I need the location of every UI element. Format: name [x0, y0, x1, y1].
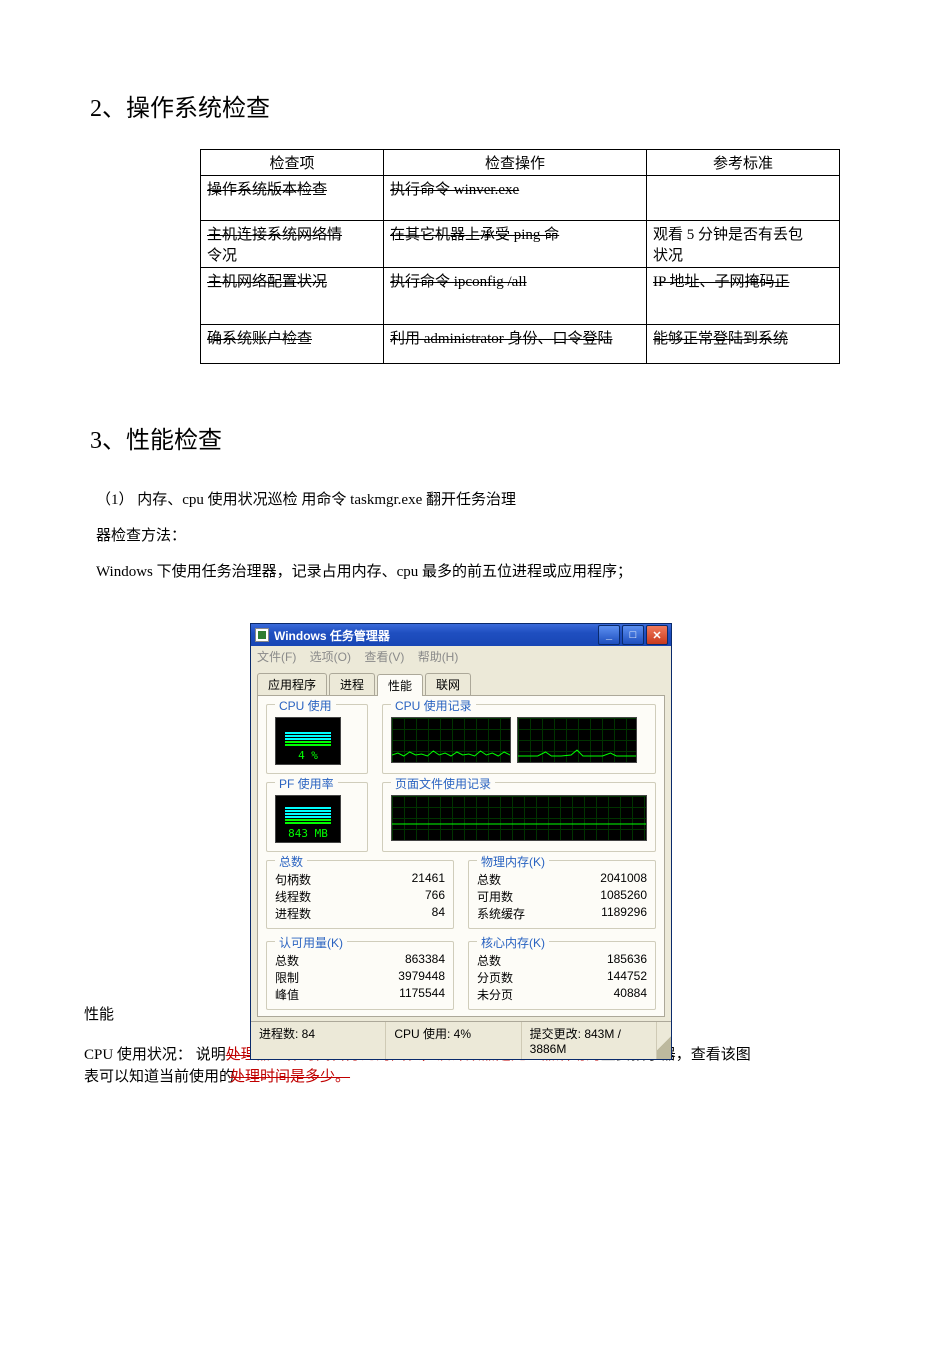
cell-text: 在其它机器上承受 ping 命	[390, 227, 559, 243]
value: 40884	[614, 986, 647, 1003]
titlebar: Windows 任务管理器 _ □ ✕	[251, 624, 671, 646]
tab-processes[interactable]: 进程	[329, 673, 375, 695]
cell-text: 令况	[207, 248, 237, 264]
paragraph: 器检查方法：	[96, 521, 860, 551]
commit-charge-group: 认可用量(K) 总数863384 限制3979448 峰值1175544	[266, 941, 454, 1010]
label: 进程数	[275, 905, 311, 922]
app-icon	[255, 628, 269, 642]
cell-text: 执行命令 ipconfig /all	[390, 274, 527, 290]
label: 峰值	[275, 986, 299, 1003]
th-std: 参考标准	[647, 150, 840, 176]
label: 句柄数	[275, 871, 311, 888]
table-row: 主机网络配置状况 执行命令 ipconfig /all IP 地址、子网掩码正	[201, 268, 840, 325]
value: 1085260	[600, 888, 647, 905]
cell-text: 状况	[653, 248, 683, 264]
label: 总数	[275, 952, 299, 969]
tab-applications[interactable]: 应用程序	[257, 673, 327, 695]
tab-performance[interactable]: 性能	[377, 674, 423, 696]
minimize-button[interactable]: _	[598, 625, 620, 645]
status-bar: 进程数: 84 CPU 使用: 4% 提交更改: 843M / 3886M	[251, 1021, 671, 1059]
group-pf-usage-label: PF 使用率	[275, 775, 338, 792]
cpu-usage-label: CPU 使用状况：	[84, 1043, 192, 1064]
label: 未分页	[477, 986, 513, 1003]
tab-strip: 应用程序 进程 性能 联网	[251, 667, 671, 695]
os-check-table: 检查项 检查操作 参考标准 操作系统版本检查 执行命令 winver.exe 主…	[200, 149, 840, 364]
label: 线程数	[275, 888, 311, 905]
value: 3979448	[398, 969, 445, 986]
overlay-text: 说明	[196, 1043, 226, 1064]
cell-text: 利用 administrator 身份、口令登陆	[390, 331, 612, 347]
table-row: 主机连接系统网络情令况 在其它机器上承受 ping 命 观看 5 分钟是否有丢包…	[201, 221, 840, 268]
pf-usage-value: 843 MB	[288, 827, 328, 840]
label: 总数	[477, 871, 501, 888]
cell-text: IP 地址、子网掩码正	[653, 274, 790, 290]
cpu-history-graph-2	[517, 717, 637, 763]
group-cpu-usage-label: CPU 使用	[275, 697, 336, 714]
group-commit-label: 认可用量(K)	[275, 934, 347, 951]
menubar: 文件(F) 选项(O) 查看(V) 帮助(H)	[251, 646, 671, 667]
value: 1175544	[399, 986, 445, 1003]
group-totals-label: 总数	[275, 853, 307, 870]
cpu-usage-meter: 4 %	[275, 717, 341, 765]
overlay-text: 表可以知道当前使用的	[84, 1065, 234, 1086]
group-cpu-history-label: CPU 使用记录	[391, 697, 476, 714]
cell-text: 主机连接系统网络情	[207, 227, 342, 243]
status-cpu: CPU 使用: 4%	[386, 1022, 521, 1059]
value: 766	[425, 888, 445, 905]
label: 可用数	[477, 888, 513, 905]
overlay-text-strike: 处理时间是多少。	[230, 1065, 350, 1086]
th-item: 检查项	[201, 150, 384, 176]
close-button[interactable]: ✕	[646, 625, 668, 645]
menu-file[interactable]: 文件(F)	[257, 650, 296, 664]
paragraph: Windows 下使用任务治理器，记录占用内存、cpu 最多的前五位进程或应用程…	[96, 557, 860, 587]
window-title: Windows 任务管理器	[274, 627, 390, 644]
label: 系统缓存	[477, 905, 525, 922]
value: 863384	[405, 952, 445, 969]
group-physical-label: 物理内存(K)	[477, 853, 549, 870]
performance-panel: CPU 使用 4 % CPU 使用记录	[257, 695, 665, 1017]
cell-text: 操作系统版本检查	[207, 182, 327, 198]
totals-group: 总数 句柄数21461 线程数766 进程数84	[266, 860, 454, 929]
cell-text: 主机网络配置状况	[207, 274, 327, 290]
pf-usage-meter: 843 MB	[275, 795, 341, 843]
maximize-button[interactable]: □	[622, 625, 644, 645]
paragraph: （1） 内存、cpu 使用状况巡检 用命令 taskmgr.exe 翻开任务治理	[96, 485, 860, 515]
task-manager-window: Windows 任务管理器 _ □ ✕ 文件(F) 选项(O) 查看(V) 帮助…	[250, 623, 672, 1060]
group-kernel-label: 核心内存(K)	[477, 934, 549, 951]
cell-text: 执行命令 winver.exe	[390, 182, 519, 198]
label: 分页数	[477, 969, 513, 986]
value: 1189296	[601, 905, 647, 922]
value: 21461	[412, 871, 445, 888]
cell-text: 能够正常登陆到系统	[653, 331, 788, 347]
tab-networking[interactable]: 联网	[425, 673, 471, 695]
value: 2041008	[600, 871, 647, 888]
value: 185636	[607, 952, 647, 969]
cell-text	[647, 176, 840, 221]
cpu-usage-value: 4 %	[298, 749, 318, 762]
section-3-heading: 3、性能检查	[90, 420, 860, 455]
cpu-history-graph-1	[391, 717, 511, 763]
group-pf-history-label: 页面文件使用记录	[391, 775, 495, 792]
menu-help[interactable]: 帮助(H)	[418, 650, 459, 664]
value: 84	[432, 905, 445, 922]
table-row: 确系统账户检查 利用 administrator 身份、口令登陆 能够正常登陆到…	[201, 325, 840, 364]
table-row: 操作系统版本检查 执行命令 winver.exe	[201, 176, 840, 221]
menu-options[interactable]: 选项(O)	[310, 650, 351, 664]
status-processes: 进程数: 84	[251, 1022, 386, 1059]
status-commit: 提交更改: 843M / 3886M	[522, 1022, 657, 1059]
th-op: 检查操作	[384, 150, 647, 176]
cell-text: 确系统账户检查	[207, 331, 312, 347]
physical-memory-group: 物理内存(K) 总数2041008 可用数1085260 系统缓存1189296	[468, 860, 656, 929]
kernel-memory-group: 核心内存(K) 总数185636 分页数144752 未分页40884	[468, 941, 656, 1010]
resize-grip[interactable]	[657, 1022, 671, 1059]
pf-history-graph	[391, 795, 647, 841]
menu-view[interactable]: 查看(V)	[364, 650, 404, 664]
label: 总数	[477, 952, 501, 969]
section-2-heading: 2、操作系统检查	[90, 88, 860, 123]
label: 限制	[275, 969, 299, 986]
side-label-performance: 性能	[84, 1003, 114, 1024]
value: 144752	[607, 969, 647, 986]
cell-text: 观看 5 分钟是否有丢包	[653, 227, 803, 243]
